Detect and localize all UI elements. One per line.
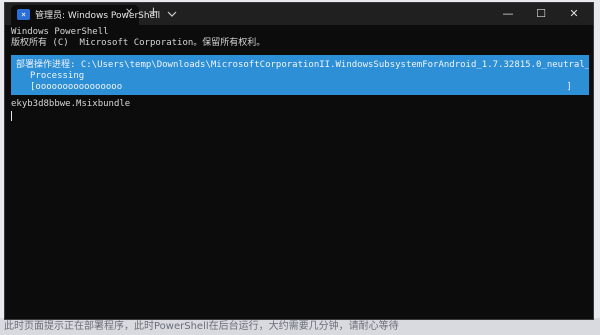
progress-bar: [oooooooooooooooo ]	[30, 82, 572, 92]
progress-panel: 部署操作进程: C:\Users\temp\Downloads\Microsof…	[11, 55, 589, 95]
new-tab-button[interactable]: +	[148, 5, 159, 21]
maximize-button[interactable]: ☐	[526, 3, 556, 25]
tab-close-icon[interactable]: ✕	[125, 7, 133, 18]
console-continuation-line: ekyb3d8bbwe.Msixbundle	[11, 99, 131, 109]
title-bar: ⨯ 管理员: Windows PowerShell ✕ + — ☐ ✕	[5, 3, 593, 25]
tab-powershell[interactable]: ⨯ 管理员: Windows PowerShell ✕	[11, 5, 160, 25]
console-output[interactable]: Windows PowerShell 版权所有 (C) Microsoft Co…	[11, 27, 589, 319]
console-header-line: Windows PowerShell	[11, 27, 109, 37]
close-button[interactable]: ✕	[559, 3, 589, 25]
terminal-window: ⨯ 管理员: Windows PowerShell ✕ + — ☐ ✕ Wind…	[4, 2, 594, 320]
console-copyright-line: 版权所有 (C) Microsoft Corporation。保留所有权利。	[11, 38, 266, 48]
progress-status: Processing	[30, 71, 85, 81]
progress-activity: 部署操作进程: C:\Users\temp\Downloads\Microsof…	[16, 60, 589, 70]
text-cursor	[11, 111, 12, 121]
background-caption: 此时页面提示正在部署程序，此时PowerShell在后台运行，大约需要几分钟，请…	[0, 318, 600, 335]
minimize-button[interactable]: —	[493, 3, 523, 25]
chevron-down-icon[interactable]	[166, 6, 178, 20]
tab-title: 管理员: Windows PowerShell	[35, 11, 161, 21]
powershell-icon: ⨯	[17, 9, 30, 20]
